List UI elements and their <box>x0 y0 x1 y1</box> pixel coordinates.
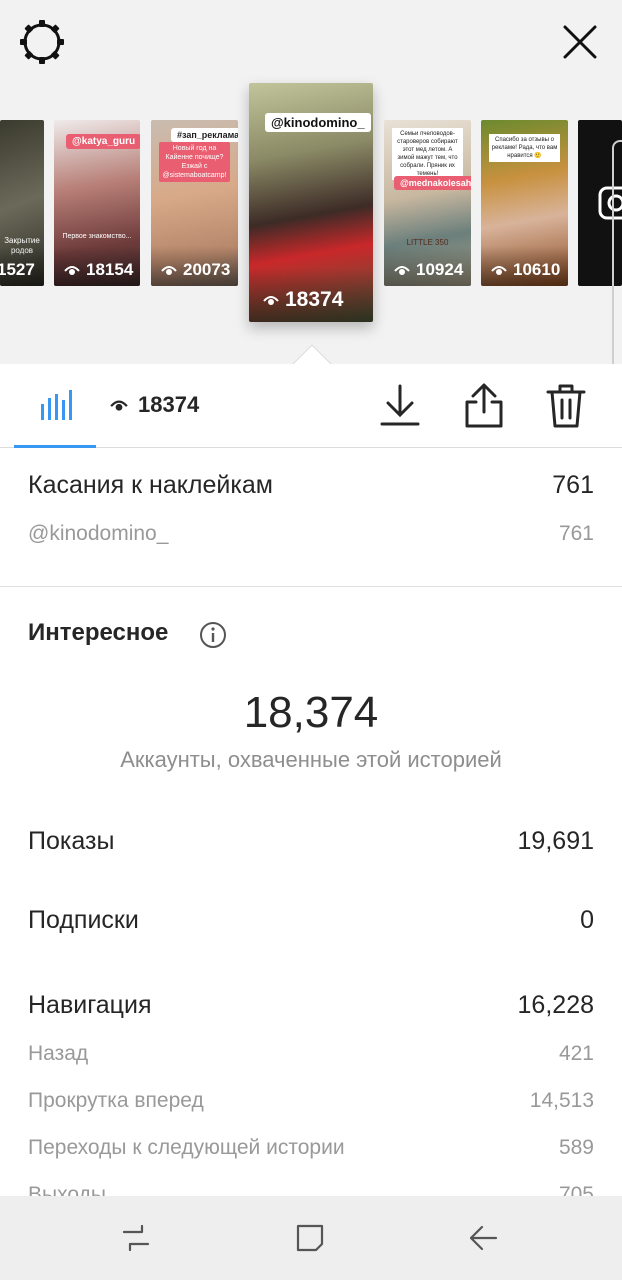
sticker-mention-label[interactable]: @kinodomino_ <box>28 522 168 546</box>
close-button[interactable] <box>556 18 604 66</box>
viewers-count: 18374 <box>138 392 200 417</box>
download-button[interactable] <box>378 382 422 430</box>
impressions-value: 19,691 <box>517 827 594 855</box>
navigation-back-value: 421 <box>558 1042 594 1065</box>
navigation-forward-row: Прокрутка вперед 14,513 <box>28 1089 594 1113</box>
story-hashtag: #зап_реклама <box>171 128 238 142</box>
divider <box>0 586 622 587</box>
story-thumbnail-selected[interactable]: @kinodomino_ 18374 <box>249 83 373 322</box>
story-caption: Спасибо за отзывы о рекламе! Рада, что в… <box>489 134 560 162</box>
navigation-back-row: Назад 421 <box>28 1042 594 1066</box>
close-icon <box>563 25 597 59</box>
story-caption: Первое знакомство... <box>62 233 132 240</box>
eye-icon <box>161 266 177 275</box>
navigation-row: Навигация 16,228 <box>28 991 594 1020</box>
delete-button[interactable] <box>544 382 588 430</box>
sticker-taps-label: Касания к наклейкам <box>28 471 273 499</box>
story-view-count: 10610 <box>513 260 561 279</box>
story-views: 10924 <box>394 260 463 280</box>
story-view-count: 20073 <box>183 260 231 279</box>
edge-panel-handle[interactable] <box>612 140 622 390</box>
share-icon <box>465 383 503 428</box>
story-views: 18374 <box>263 288 343 312</box>
info-icon[interactable] <box>199 621 227 649</box>
sticker-taps-value: 761 <box>552 471 594 499</box>
share-button[interactable] <box>462 382 506 430</box>
eye-icon <box>394 266 410 275</box>
navigation-forward-value: 14,513 <box>529 1089 594 1112</box>
download-icon <box>380 384 420 426</box>
navigation-back-label: Назад <box>28 1042 89 1065</box>
story-view-count: 10924 <box>416 260 464 279</box>
back-icon[interactable] <box>464 1218 504 1258</box>
story-mention-tag: @katya_guru <box>66 134 140 149</box>
story-thumbnail[interactable]: @katya_guru Первое знакомство... 18154 <box>54 120 140 286</box>
story-view-count: 1527 <box>0 260 35 279</box>
navigation-next-story-value: 589 <box>558 1136 594 1159</box>
story-thumbnail[interactable]: Закрытие родов 1527 <box>0 120 44 286</box>
eye-icon <box>64 266 80 275</box>
navigation-forward-label: Прокрутка вперед <box>28 1089 204 1112</box>
story-caption: Новый год на Кайенне почище? Езжай с @si… <box>159 142 230 182</box>
reach-value: 18,374 <box>243 688 379 737</box>
bar-chart-icon <box>41 390 72 420</box>
eye-icon <box>110 400 128 411</box>
trash-icon <box>546 384 586 428</box>
story-thumbnail[interactable]: #зап_реклама Новый год на Кайенне почище… <box>151 120 238 286</box>
story-caption: Семьи пчеловодов-староверов собирают это… <box>392 128 463 180</box>
follows-label: Подписки <box>28 906 139 934</box>
sticker-taps-row: Касания к наклейкам 761 <box>28 471 594 500</box>
insights-tabbar: 18374 <box>0 364 622 448</box>
follows-value: 0 <box>580 906 594 934</box>
selection-pointer <box>292 344 332 366</box>
reach-label: Аккаунты, охваченные этой историей <box>120 747 502 772</box>
story-thumbnail[interactable]: Семьи пчеловодов-староверов собирают это… <box>384 120 471 286</box>
navigation-next-story-row: Переходы к следующей истории 589 <box>28 1136 594 1160</box>
sticker-mention-value: 761 <box>558 522 594 545</box>
home-icon[interactable] <box>290 1218 330 1258</box>
gear-icon <box>20 20 64 64</box>
story-thumbnail[interactable]: Спасибо за отзывы о рекламе! Рада, что в… <box>481 120 568 286</box>
system-navigation-bar <box>0 1196 622 1280</box>
story-mention-tag: @mednakolesah <box>394 176 471 190</box>
eye-icon <box>263 296 279 305</box>
eye-icon <box>491 266 507 275</box>
navigation-next-story-label: Переходы к следующей истории <box>28 1136 345 1159</box>
story-views: 18154 <box>64 260 133 280</box>
story-views: 10610 <box>491 260 560 280</box>
story-views: 1527 <box>0 260 35 280</box>
tab-viewers[interactable]: 18374 <box>110 392 199 418</box>
recent-apps-icon[interactable] <box>116 1218 156 1258</box>
impressions-row: Показы 19,691 <box>28 827 594 856</box>
story-mention-tag: @kinodomino_ <box>265 113 371 132</box>
navigation-label: Навигация <box>28 991 152 1019</box>
navigation-value: 16,228 <box>517 991 594 1019</box>
story-carousel-area: Закрытие родов 1527 @katya_guru Первое з… <box>0 0 622 366</box>
impressions-label: Показы <box>28 827 115 855</box>
follows-row: Подписки 0 <box>28 906 594 935</box>
sticker-mention-row[interactable]: @kinodomino_ 761 <box>28 522 594 546</box>
story-views: 20073 <box>161 260 230 280</box>
section-title-discovery: Интересное <box>28 619 169 646</box>
tab-insights[interactable] <box>14 364 96 448</box>
story-view-count: 18154 <box>86 260 134 279</box>
settings-button[interactable] <box>18 18 66 66</box>
story-view-count: 18374 <box>285 288 344 311</box>
